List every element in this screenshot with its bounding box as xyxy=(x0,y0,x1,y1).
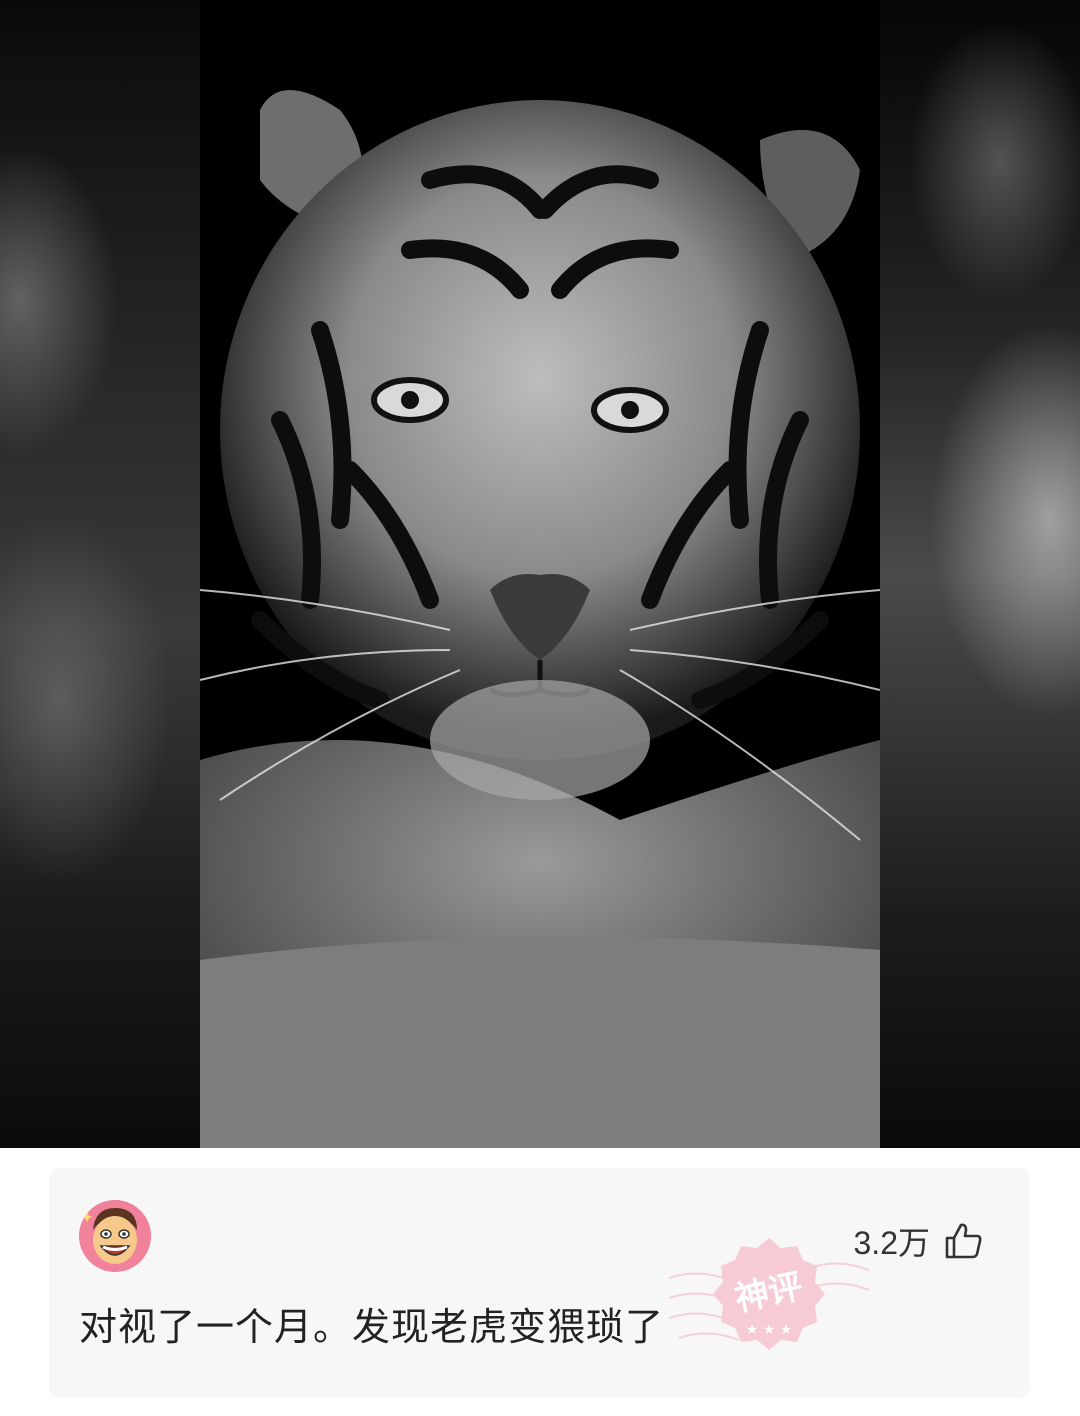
comment-text: 对视了一个月。发现老虎变猥琐了 xyxy=(79,1305,665,1349)
like-count: 3.2万 xyxy=(853,1225,931,1261)
thumbs-up-icon[interactable] xyxy=(944,1221,984,1261)
svg-text:★ ★ ★: ★ ★ ★ xyxy=(746,1322,793,1338)
like-control[interactable]: 3.2万 xyxy=(854,1218,985,1264)
cartoon-face-avatar[interactable] xyxy=(79,1200,151,1272)
blurred-backdrop-right xyxy=(880,0,1080,1148)
featured-comment-badge: 神评 ★ ★ ★ xyxy=(668,1218,870,1378)
post-image-viewer[interactable] xyxy=(0,0,1080,1148)
hot-comment-card[interactable]: 神评 ★ ★ ★ 3.2万 对视了一个月。发现老虎变猥琐了 xyxy=(49,1168,1030,1398)
tiger-photo[interactable] xyxy=(200,0,880,1148)
blurred-backdrop-left xyxy=(0,0,200,1148)
